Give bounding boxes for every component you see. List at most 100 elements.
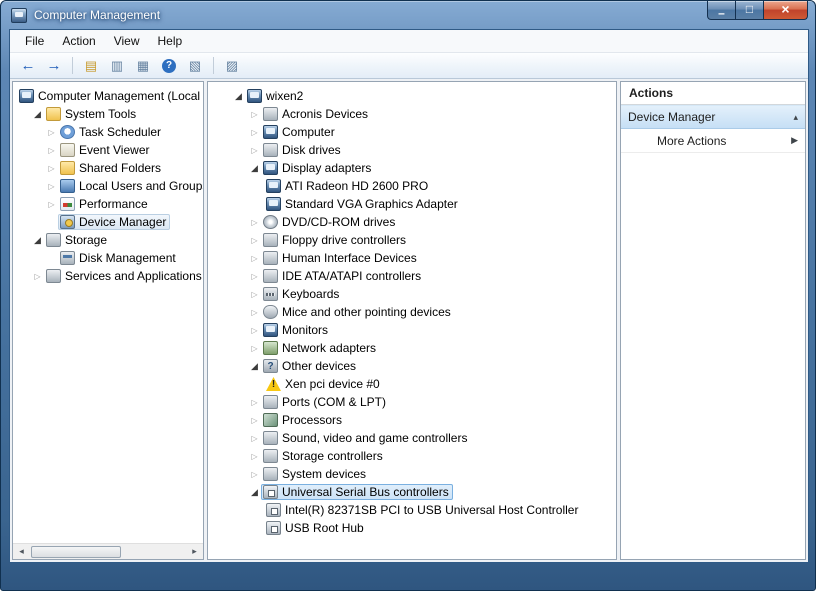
storage-icon <box>46 233 61 247</box>
close-button[interactable]: × <box>763 1 808 20</box>
console-tree-item-performance[interactable]: ▷Performance <box>17 195 203 213</box>
menu-item-file[interactable]: File <box>16 31 53 51</box>
hid-icon <box>263 251 278 265</box>
device-tree-item-human-interface-devices[interactable]: ▷ Human Interface Devices <box>232 249 616 267</box>
collapsed-expander-icon[interactable]: ▷ <box>248 398 261 407</box>
collapsed-expander-icon[interactable]: ▷ <box>45 128 58 137</box>
help-button[interactable]: ? <box>157 55 181 77</box>
menu-item-action[interactable]: Action <box>53 31 104 51</box>
device-tree-pane: ◢wixen2▷Acronis Devices▷Computer▷Disk dr… <box>207 81 617 560</box>
device-tree-item-dvd-cd-rom-drives[interactable]: ▷DVD/CD-ROM drives <box>232 213 616 231</box>
device-tree-item-network-adapters[interactable]: ▷Network adapters <box>232 339 616 357</box>
device-tree-item-xen-pci-device-0[interactable]: Xen pci device #0 <box>232 375 616 393</box>
show-hide-console-tree-button[interactable]: ▤ <box>79 55 103 77</box>
tree-item-label: Intel(R) 82371SB PCI to USB Universal Ho… <box>281 503 578 517</box>
collapsed-expander-icon[interactable]: ▷ <box>248 110 261 119</box>
collapsed-expander-icon[interactable]: ▷ <box>248 290 261 299</box>
action-device-manager[interactable]: Device Manager▴ <box>621 105 805 129</box>
tree-item-label: Event Viewer <box>75 143 149 157</box>
console-tree-item-computer-management-local[interactable]: Computer Management (Local <box>17 87 203 105</box>
menu-item-view[interactable]: View <box>105 31 149 51</box>
device-tree-item-system-devices[interactable]: ▷System devices <box>232 465 616 483</box>
scroll-left-button[interactable]: ◂ <box>13 544 30 559</box>
tree-item-label: Monitors <box>278 323 328 337</box>
device-tree-item-floppy-drive-controllers[interactable]: ▷Floppy drive controllers <box>232 231 616 249</box>
tree-item-label: Computer <box>278 125 335 139</box>
scrollbar-thumb[interactable] <box>31 546 121 558</box>
scan-for-hardware-changes-button[interactable]: ▨ <box>220 55 244 77</box>
close-icon: × <box>781 1 789 17</box>
console-tree-item-event-viewer[interactable]: ▷ Event Viewer <box>17 141 203 159</box>
console-tree-item-services-and-applications[interactable]: ▷Services and Applications <box>17 267 203 285</box>
minimize-button[interactable]: – <box>707 1 736 20</box>
expanded-expander-icon[interactable]: ◢ <box>248 361 261 372</box>
show-hide-action-pane-button[interactable]: ▧ <box>183 55 207 77</box>
title-bar[interactable]: Computer Management –□× <box>1 1 815 29</box>
console-tree-item-device-manager[interactable]: Device Manager <box>17 213 203 231</box>
device-tree-item-other-devices[interactable]: ◢Other devices <box>232 357 616 375</box>
device-tree-item-computer[interactable]: ▷ Computer <box>232 123 616 141</box>
tree-item-label: Task Scheduler <box>75 125 161 139</box>
display-adapter-icon <box>266 179 281 193</box>
console-tree-item-system-tools[interactable]: ◢System Tools <box>17 105 203 123</box>
device-tree-item-display-adapters[interactable]: ◢Display adapters <box>232 159 616 177</box>
collapsed-expander-icon[interactable]: ▷ <box>45 146 58 155</box>
collapsed-expander-icon[interactable]: ▷ <box>248 254 261 263</box>
collapsed-expander-icon[interactable]: ▷ <box>248 146 261 155</box>
console-tree-item-local-users-and-groups[interactable]: ▷Local Users and Groups <box>17 177 203 195</box>
tree-item-label: Human Interface Devices <box>278 251 417 265</box>
device-tree-item-wixen2[interactable]: ◢wixen2 <box>232 87 616 105</box>
device-tree-item-ati-radeon-hd-2600-pro[interactable]: ATI Radeon HD 2600 PRO <box>232 177 616 195</box>
expanded-expander-icon[interactable]: ◢ <box>31 235 44 246</box>
collapsed-expander-icon[interactable]: ▷ <box>248 236 261 245</box>
expanded-expander-icon[interactable]: ◢ <box>232 91 245 102</box>
collapsed-expander-icon[interactable]: ▷ <box>45 182 58 191</box>
console-tree-item-shared-folders[interactable]: ▷Shared Folders <box>17 159 203 177</box>
collapsed-expander-icon[interactable]: ▷ <box>248 272 261 281</box>
collapsed-expander-icon[interactable]: ▷ <box>248 434 261 443</box>
expanded-expander-icon[interactable]: ◢ <box>248 487 261 498</box>
maximize-button[interactable]: □ <box>736 1 763 20</box>
expanded-expander-icon[interactable]: ◢ <box>31 109 44 120</box>
device-tree-item-disk-drives[interactable]: ▷Disk drives <box>232 141 616 159</box>
collapse-arrow-icon: ▴ <box>793 112 798 123</box>
device-tree-item-universal-serial-bus-controllers[interactable]: ◢Universal Serial Bus controllers <box>232 483 616 501</box>
action-more-actions[interactable]: More Actions▶ <box>621 129 805 153</box>
forward-button[interactable]: → <box>42 55 66 77</box>
device-tree-item-keyboards[interactable]: ▷Keyboards <box>232 285 616 303</box>
console-tree-item-disk-management[interactable]: Disk Management <box>17 249 203 267</box>
collapsed-expander-icon[interactable]: ▷ <box>248 470 261 479</box>
tree-item-label: Processors <box>278 413 342 427</box>
collapsed-expander-icon[interactable]: ▷ <box>248 128 261 137</box>
expanded-expander-icon[interactable]: ◢ <box>248 163 261 174</box>
device-tree-item-acronis-devices[interactable]: ▷Acronis Devices <box>232 105 616 123</box>
device-tree-item-standard-vga-graphics-adapter[interactable]: Standard VGA Graphics Adapter <box>232 195 616 213</box>
device-tree: ◢wixen2▷Acronis Devices▷Computer▷Disk dr… <box>208 82 616 537</box>
device-tree-item-mice-and-other-pointing-devices[interactable]: ▷Mice and other pointing devices <box>232 303 616 321</box>
console-tree-item-task-scheduler[interactable]: ▷ Task Scheduler <box>17 123 203 141</box>
collapsed-expander-icon[interactable]: ▷ <box>248 326 261 335</box>
device-tree-item-ide-ata-atapi-controllers[interactable]: ▷IDE ATA/ATAPI controllers <box>232 267 616 285</box>
device-tree-item-usb-root-hub[interactable]: USB Root Hub <box>232 519 616 537</box>
collapsed-expander-icon[interactable]: ▷ <box>45 164 58 173</box>
collapsed-expander-icon[interactable]: ▷ <box>248 416 261 425</box>
scroll-right-button[interactable]: ▸ <box>186 544 203 559</box>
menu-item-help[interactable]: Help <box>149 31 192 51</box>
device-tree-item-storage-controllers[interactable]: ▷Storage controllers <box>232 447 616 465</box>
console-tree-item-storage[interactable]: ◢Storage <box>17 231 203 249</box>
collapsed-expander-icon[interactable]: ▷ <box>248 344 261 353</box>
collapsed-expander-icon[interactable]: ▷ <box>248 452 261 461</box>
device-tree-item-ports-com-lpt[interactable]: ▷Ports (COM & LPT) <box>232 393 616 411</box>
device-tree-item-intel-r-82371sb-pci-to-usb-universal-host-contro[interactable]: Intel(R) 82371SB PCI to USB Universal Ho… <box>232 501 616 519</box>
export-list-button[interactable]: ▥ <box>105 55 129 77</box>
device-tree-item-monitors[interactable]: ▷ Monitors <box>232 321 616 339</box>
device-tree-item-sound-video-and-game-controllers[interactable]: ▷Sound, video and game controllers <box>232 429 616 447</box>
collapsed-expander-icon[interactable]: ▷ <box>248 308 261 317</box>
back-button[interactable]: ← <box>16 55 40 77</box>
collapsed-expander-icon[interactable]: ▷ <box>248 218 261 227</box>
show-hide-action-pane-icon: ▧ <box>189 59 201 72</box>
collapsed-expander-icon[interactable]: ▷ <box>45 200 58 209</box>
collapsed-expander-icon[interactable]: ▷ <box>31 272 44 281</box>
properties-button[interactable]: ▦ <box>131 55 155 77</box>
device-tree-item-processors[interactable]: ▷ Processors <box>232 411 616 429</box>
